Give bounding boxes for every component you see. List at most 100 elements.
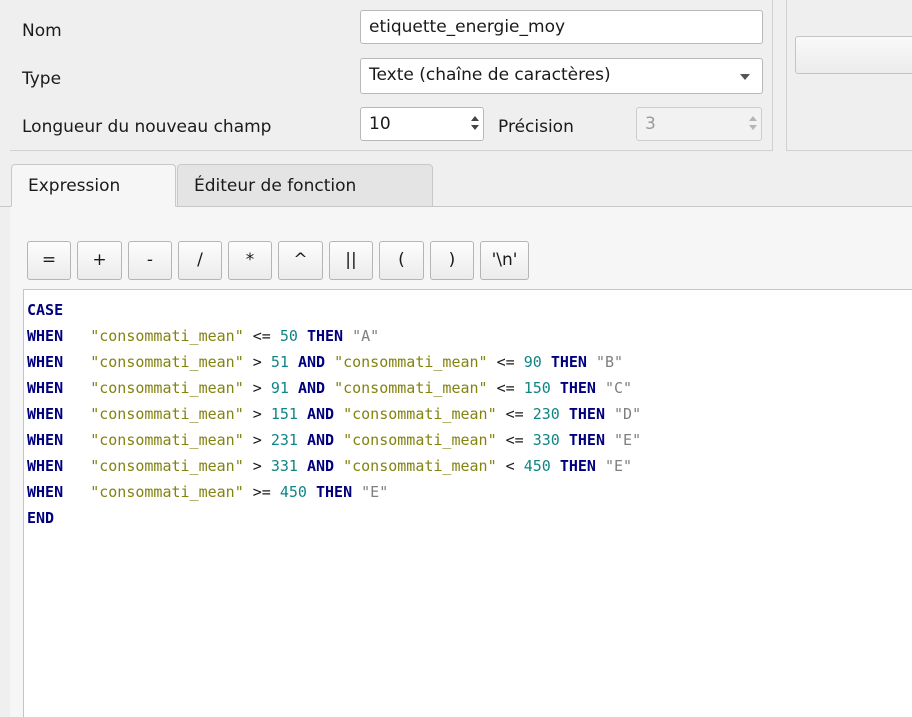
spin-down-icon[interactable] xyxy=(471,125,479,130)
code-token-op xyxy=(605,405,614,423)
precision-label: Précision xyxy=(498,117,574,137)
code-token-num: 450 xyxy=(523,457,551,475)
code-token-num: 230 xyxy=(532,405,560,423)
code-token-op xyxy=(334,457,343,475)
precision-stepper-value: 3 xyxy=(645,114,656,134)
code-token-op xyxy=(334,405,343,423)
expression-code: CASE WHEN "consommati_mean" <= 50 THEN "A… xyxy=(27,297,641,531)
code-token-op: > xyxy=(243,353,271,371)
length-stepper[interactable]: 10 xyxy=(360,107,484,141)
side-button[interactable] xyxy=(795,36,912,74)
code-token-op xyxy=(596,379,605,397)
code-token-op xyxy=(343,327,352,345)
code-token-kw: THEN xyxy=(568,405,605,423)
tab-expression-label: Expression xyxy=(28,176,121,196)
code-token-fld: "consommati_mean" xyxy=(334,353,488,371)
code-token-str: "C" xyxy=(605,379,633,397)
code-token-op: > xyxy=(243,405,271,423)
code-token-op: >= xyxy=(243,483,280,501)
code-token-fld: "consommati_mean" xyxy=(343,457,497,475)
operator-open-paren-button[interactable]: ( xyxy=(379,241,424,280)
code-token-fld: "consommati_mean" xyxy=(334,379,488,397)
operator-close-paren-button[interactable]: ) xyxy=(430,241,474,280)
code-token-kw: THEN xyxy=(550,353,587,371)
code-token-op xyxy=(307,483,316,501)
operator-divide-button[interactable]: / xyxy=(178,241,222,280)
code-token-op xyxy=(551,379,560,397)
code-token-fld: "consommati_mean" xyxy=(90,405,244,423)
code-token-op xyxy=(289,353,298,371)
code-token-op xyxy=(298,457,307,475)
spinner-arrows-icon[interactable] xyxy=(468,109,482,139)
spinner-arrows-icon[interactable] xyxy=(746,109,760,139)
length-stepper-value: 10 xyxy=(369,114,391,134)
type-select-value: Texte (chaîne de caractères) xyxy=(369,65,611,85)
code-token-num: 231 xyxy=(270,431,298,449)
operator-concat-button[interactable]: || xyxy=(329,241,373,280)
code-token-op xyxy=(63,405,90,423)
tab-function-editor[interactable]: Éditeur de fonction xyxy=(177,164,433,207)
code-token-op xyxy=(63,483,90,501)
spin-up-icon[interactable] xyxy=(749,116,757,121)
spin-up-icon[interactable] xyxy=(471,116,479,121)
code-token-kw: WHEN xyxy=(27,405,64,423)
code-token-kw: AND xyxy=(306,457,335,475)
code-token-op: <= xyxy=(243,327,280,345)
code-token-op xyxy=(63,431,90,449)
code-token-op xyxy=(560,431,569,449)
code-token-kw: AND xyxy=(297,353,326,371)
chevron-down-icon[interactable] xyxy=(740,74,750,80)
code-token-op: <= xyxy=(487,379,524,397)
code-token-str: "E" xyxy=(614,431,642,449)
expression-editor[interactable]: CASE WHEN "consommati_mean" <= 50 THEN "A… xyxy=(23,289,912,717)
code-line: END xyxy=(27,505,641,531)
code-token-op xyxy=(605,431,614,449)
code-token-str: "E" xyxy=(605,457,633,475)
name-label: Nom xyxy=(22,21,62,41)
code-token-kw: THEN xyxy=(559,457,596,475)
code-token-op xyxy=(298,431,307,449)
length-label: Longueur du nouveau champ xyxy=(22,117,272,137)
code-token-kw: THEN xyxy=(306,327,344,345)
code-token-num: 50 xyxy=(279,327,298,345)
type-select[interactable]: Texte (chaîne de caractères) xyxy=(360,58,763,94)
code-token-op xyxy=(325,353,334,371)
code-token-fld: "consommati_mean" xyxy=(90,327,244,345)
code-line: WHEN "consommati_mean" > 91 AND "consomm… xyxy=(27,375,641,401)
code-token-fld: "consommati_mean" xyxy=(90,379,244,397)
code-line: WHEN "consommati_mean" > 51 AND "consomm… xyxy=(27,349,641,375)
code-token-str: "E" xyxy=(361,483,389,501)
code-token-num: 331 xyxy=(270,457,298,475)
precision-stepper[interactable]: 3 xyxy=(636,107,762,141)
code-token-op xyxy=(63,379,90,397)
operator-minus-button[interactable]: - xyxy=(128,241,172,280)
code-token-num: 150 xyxy=(523,379,551,397)
operator-multiply-button[interactable]: * xyxy=(228,241,272,280)
tab-function-editor-label: Éditeur de fonction xyxy=(194,176,357,196)
code-token-op xyxy=(542,353,551,371)
code-token-op xyxy=(298,327,307,345)
code-token-kw: THEN xyxy=(316,483,353,501)
operator-equals-button[interactable]: = xyxy=(27,241,71,280)
tab-expression[interactable]: Expression xyxy=(11,164,176,207)
code-token-op xyxy=(63,457,90,475)
name-field[interactable]: etiquette_energie_moy xyxy=(360,10,763,44)
code-token-kw: WHEN xyxy=(27,379,64,397)
code-token-kw: AND xyxy=(297,379,326,397)
operator-newline-button[interactable]: '\n' xyxy=(480,241,529,280)
code-token-op xyxy=(596,457,605,475)
code-line: WHEN "consommati_mean" >= 450 THEN "E" xyxy=(27,479,641,505)
code-line: WHEN "consommati_mean" > 331 AND "consom… xyxy=(27,453,641,479)
spin-down-icon[interactable] xyxy=(749,125,757,130)
operator-plus-button[interactable]: + xyxy=(77,241,122,280)
code-token-kw: WHEN xyxy=(27,327,64,345)
code-line: WHEN "consommati_mean" > 151 AND "consom… xyxy=(27,401,641,427)
code-token-num: 91 xyxy=(270,379,289,397)
operator-power-button[interactable]: ^ xyxy=(278,241,323,280)
type-label: Type xyxy=(22,69,62,89)
code-token-kw: THEN xyxy=(568,431,605,449)
code-token-fld: "consommati_mean" xyxy=(90,483,244,501)
code-token-op xyxy=(298,405,307,423)
code-token-num: 151 xyxy=(270,405,298,423)
code-token-fld: "consommati_mean" xyxy=(90,457,244,475)
